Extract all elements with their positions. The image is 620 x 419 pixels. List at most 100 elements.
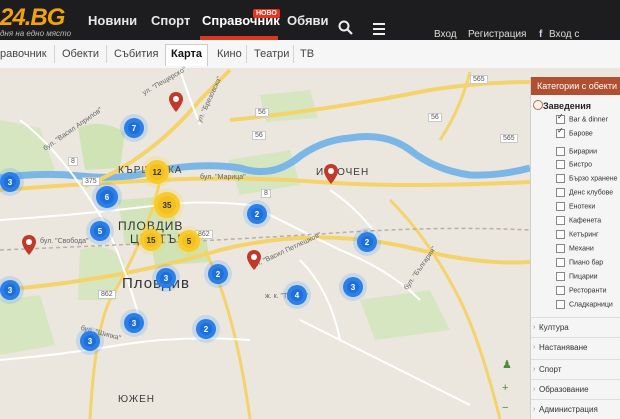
tab-cinema[interactable]: Кино — [217, 46, 242, 62]
category-collapse-icon[interactable] — [533, 100, 543, 110]
tab-objects[interactable]: Обекти — [62, 46, 99, 62]
category-checkbox-item[interactable]: Механи — [556, 244, 594, 256]
checkbox-icon[interactable] — [556, 244, 565, 253]
category-checkbox-item[interactable]: Барове — [556, 126, 593, 141]
checkbox-icon[interactable] — [556, 202, 565, 211]
checkbox-icon[interactable] — [556, 286, 565, 295]
chevron-right-icon[interactable]: › — [533, 366, 535, 373]
facebook-icon[interactable]: f — [539, 29, 542, 40]
map-cluster-marker[interactable]: 2 — [208, 264, 228, 284]
tab-events[interactable]: Събития — [114, 46, 158, 62]
street-label: бул. "Марица" — [200, 174, 246, 181]
checkbox-icon[interactable] — [556, 147, 565, 156]
chevron-right-icon[interactable]: › — [533, 386, 535, 393]
chevron-right-icon[interactable]: › — [533, 324, 535, 331]
nav-news[interactable]: Новини — [88, 13, 137, 28]
map-cluster-marker[interactable]: 2 — [357, 232, 377, 252]
road-number-label: 56 — [252, 131, 266, 140]
map-pin-icon[interactable] — [169, 92, 183, 112]
map-cluster-marker[interactable]: 3 — [80, 331, 100, 351]
category-section-education[interactable]: Образование — [539, 385, 589, 394]
zoom-in-icon[interactable]: + — [502, 382, 508, 394]
road-number-label: 565 — [500, 134, 518, 143]
category-checkbox-item[interactable]: Кафенета — [556, 216, 601, 228]
checkbox-icon[interactable] — [556, 230, 565, 239]
category-checkbox-item[interactable]: Bar & dinner — [556, 112, 608, 127]
panel-divider — [531, 359, 620, 360]
map-cluster-marker[interactable]: 3 — [156, 268, 176, 288]
category-checkbox-item[interactable]: Пицарии — [556, 272, 598, 284]
checkbox-icon[interactable] — [556, 160, 565, 169]
checkbox-icon[interactable] — [556, 216, 565, 225]
zoom-out-icon[interactable]: − — [502, 402, 508, 414]
category-section-sport[interactable]: Спорт — [539, 365, 562, 374]
map-cluster-marker[interactable]: 12 — [145, 160, 169, 184]
nav-classifieds[interactable]: Обяви — [287, 13, 329, 28]
map-cluster-marker[interactable]: 35 — [154, 192, 180, 218]
category-checkbox-item[interactable]: Пиано бар — [556, 258, 603, 270]
map-cluster-marker[interactable]: 3 — [124, 313, 144, 333]
map-pin-icon[interactable] — [324, 164, 338, 184]
checkbox-checked-icon[interactable] — [556, 126, 565, 138]
tab-divider — [246, 45, 247, 63]
panel-divider — [531, 399, 620, 400]
category-checkbox-item[interactable]: Енотеки — [556, 202, 595, 214]
checkbox-icon[interactable] — [556, 188, 565, 197]
map-cluster-marker[interactable]: 5 — [90, 221, 110, 241]
tab-map[interactable]: Карта — [165, 44, 209, 66]
site-logo[interactable]: 24.BG — [0, 4, 65, 32]
category-checkbox-item[interactable]: Сладкарници — [556, 300, 613, 312]
map-cluster-marker[interactable]: 2 — [247, 204, 267, 224]
category-checkbox-item[interactable]: Денс клубове — [556, 188, 613, 200]
category-checkbox-item[interactable]: Кетъринг — [556, 230, 599, 242]
category-filter-panel: Категории с обекти Заведения Bar & dinne… — [530, 77, 620, 419]
login-link[interactable]: Вход — [434, 29, 457, 40]
checkbox-icon[interactable] — [556, 300, 565, 309]
nav-sport[interactable]: Спорт — [151, 13, 190, 28]
new-badge: НОВО — [253, 9, 280, 18]
panel-title: Категории с обекти — [531, 77, 620, 95]
tab-directory[interactable]: равочник — [0, 46, 47, 62]
category-checkbox-item[interactable]: Ресторанти — [556, 286, 607, 298]
checkbox-icon[interactable] — [556, 258, 565, 267]
road-number-label: 56 — [428, 113, 442, 122]
tab-tv[interactable]: ТВ — [300, 46, 314, 62]
map-cluster-marker[interactable]: 3 — [0, 280, 20, 300]
category-checkbox-item[interactable]: Бързо хранене — [556, 174, 618, 186]
category-checkbox-item[interactable]: Бирарии — [556, 147, 597, 159]
map-pin-icon[interactable] — [247, 250, 261, 270]
category-section-accommodation[interactable]: Настаняване — [539, 343, 587, 352]
category-checkbox-item[interactable]: Бистро — [556, 160, 592, 172]
tab-divider — [54, 45, 55, 63]
tab-theaters[interactable]: Театри — [254, 46, 289, 62]
road-number-label: 56 — [255, 108, 269, 117]
street-view-pegman-icon[interactable]: ♟ — [502, 358, 512, 371]
map-cluster-marker[interactable]: 6 — [96, 186, 118, 208]
search-icon[interactable] — [338, 20, 353, 35]
map-cluster-marker[interactable]: 7 — [124, 118, 144, 138]
map-cluster-marker[interactable]: 5 — [178, 230, 200, 252]
map-cluster-marker[interactable]: 15 — [140, 229, 162, 251]
tab-divider — [293, 45, 294, 63]
checkbox-checked-icon[interactable] — [556, 112, 565, 124]
hamburger-menu-icon[interactable] — [373, 23, 385, 35]
map-cluster-marker[interactable]: 2 — [196, 319, 216, 339]
map-cluster-marker[interactable]: 3 — [343, 277, 363, 297]
map-cluster-marker[interactable]: 4 — [287, 285, 307, 305]
category-group-title[interactable]: Заведения — [543, 101, 591, 111]
chevron-right-icon[interactable]: › — [533, 344, 535, 351]
map-cluster-marker[interactable]: 3 — [0, 172, 20, 192]
tab-divider — [106, 45, 107, 63]
panel-divider — [531, 379, 620, 380]
map-pin-icon[interactable] — [22, 235, 36, 255]
chevron-right-icon[interactable]: › — [533, 406, 535, 413]
road-number-label: 8 — [68, 157, 78, 166]
category-section-administration[interactable]: Администрация — [539, 405, 598, 414]
category-section-culture[interactable]: Култура — [539, 323, 569, 332]
register-link[interactable]: Регистрация — [468, 29, 526, 40]
panel-divider — [531, 337, 620, 338]
park-area — [78, 123, 125, 170]
checkbox-icon[interactable] — [556, 174, 565, 183]
checkbox-icon[interactable] — [556, 272, 565, 281]
panel-divider — [531, 317, 620, 318]
